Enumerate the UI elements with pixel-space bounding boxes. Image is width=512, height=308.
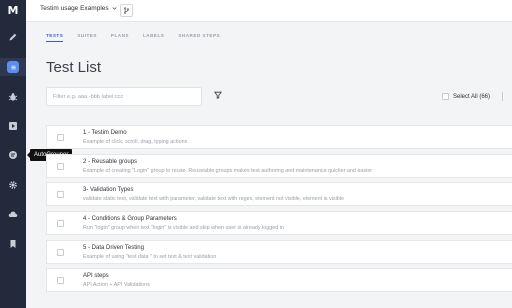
test-title: 5 - Data Driven Testing [83, 244, 144, 251]
tab-labels[interactable]: LABELS [143, 33, 164, 42]
test-description: Run "login" group when text "login" is v… [83, 225, 284, 232]
play-icon[interactable] [0, 117, 26, 135]
test-title: 4 - Conditions & Group Parameters [83, 216, 177, 223]
test-title: 3- Validation Types [83, 187, 134, 194]
tab-suites[interactable]: SUITES [77, 33, 97, 42]
test-row[interactable]: API steps API Action + API Validations [46, 268, 512, 293]
bookmark-icon[interactable] [0, 235, 26, 253]
gear-icon[interactable] [0, 176, 26, 194]
cloud-icon[interactable] [0, 205, 26, 223]
test-list-icon[interactable] [0, 58, 26, 76]
test-row[interactable]: 2 - Reusable groups Example of creating … [46, 153, 512, 178]
sidebar: M [0, 0, 26, 308]
row-checkbox[interactable] [57, 220, 64, 228]
test-row[interactable]: 4 - Conditions & Group Parameters Run "l… [46, 211, 512, 236]
row-checkbox[interactable] [57, 162, 64, 170]
test-title: 2 - Reusable groups [83, 158, 138, 165]
test-description: validate static text, validate text with… [83, 196, 344, 203]
pencil-icon[interactable] [0, 28, 26, 46]
test-description: Example of creating "Login" group to reu… [83, 167, 373, 174]
test-description: API Action + API Validations [83, 282, 150, 289]
filter-funnel-icon[interactable] [214, 91, 222, 99]
auto-grouper-icon[interactable] [0, 146, 26, 164]
test-title: 1 - Testim Demo [83, 130, 127, 136]
app-logo[interactable]: M [0, 0, 26, 20]
test-row[interactable]: 1 - Testim Demo Example of click, scroll… [46, 125, 512, 149]
test-list: 1 - Testim Demo Example of click, scroll… [46, 125, 512, 297]
tab-shared-steps[interactable]: SHARED STEPS [178, 33, 220, 42]
test-description: Example of using "test data " to set tex… [83, 253, 217, 260]
tab-plans[interactable]: PLANS [111, 33, 129, 42]
row-checkbox[interactable] [57, 248, 64, 256]
test-row[interactable]: 5 - Data Driven Testing Example of using… [46, 239, 512, 264]
test-row[interactable]: 3- Validation Types validate static text… [46, 182, 512, 207]
project-name: Testim usage Examples [40, 5, 109, 12]
branch-icon [124, 7, 129, 14]
row-checkbox[interactable] [57, 191, 64, 199]
top-bar: Testim usage Examples [26, 0, 512, 22]
page-title: Test List [46, 59, 102, 76]
bug-icon[interactable] [0, 88, 26, 106]
chevron-down-icon [112, 7, 117, 10]
divider [502, 92, 503, 101]
row-checkbox[interactable] [57, 277, 64, 285]
select-all-checkbox[interactable] [442, 93, 449, 100]
project-selector[interactable]: Testim usage Examples [40, 5, 117, 12]
tab-bar: TESTS SUITES PLANS LABELS SHARED STEPS [46, 33, 220, 42]
select-all-label: Select All (66) [453, 93, 491, 100]
row-checkbox[interactable] [57, 134, 64, 141]
test-description: Example of click, scroll, drag, typing a… [83, 139, 188, 145]
filter-input[interactable] [46, 87, 202, 106]
select-all[interactable]: Select All (66) [442, 93, 490, 100]
test-title: API steps [83, 273, 109, 280]
tab-tests[interactable]: TESTS [46, 33, 64, 42]
branch-button[interactable] [120, 4, 133, 17]
